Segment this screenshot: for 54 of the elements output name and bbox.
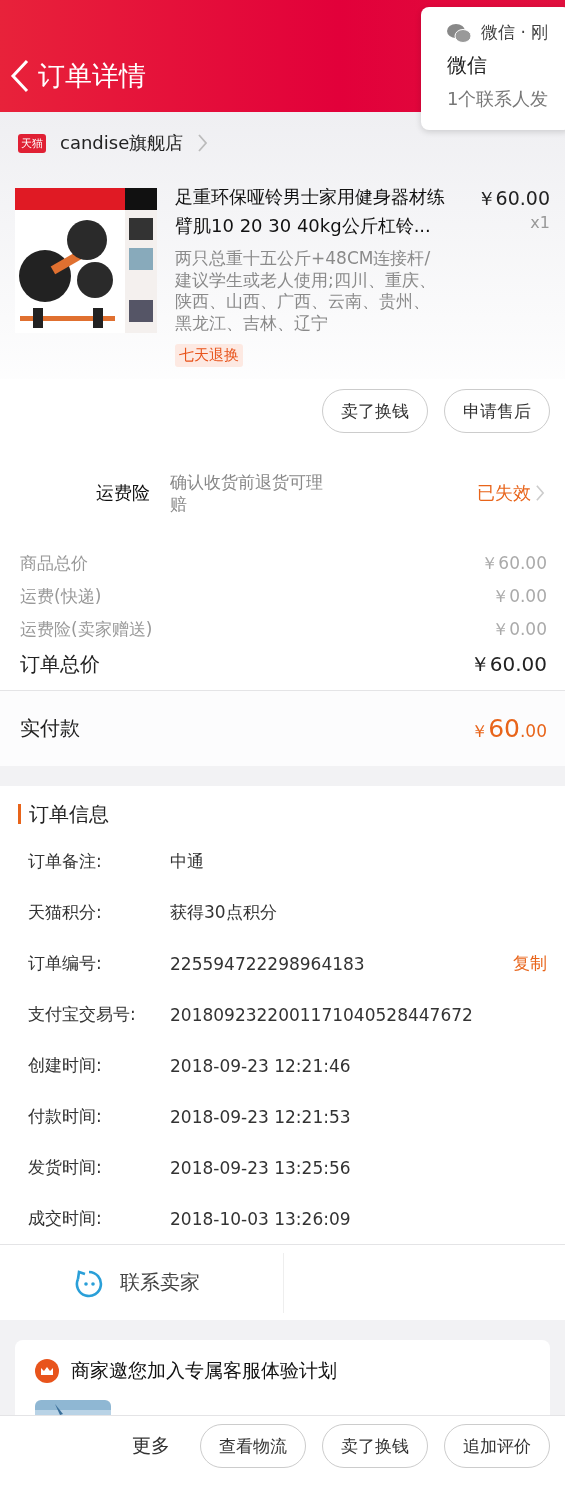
return-tag: 七天退换 [175,344,243,367]
back-icon[interactable] [10,58,30,94]
notification-card[interactable]: 微信 · 刚 微信 1个联系人发 [421,7,565,130]
charge-label: 商品总价 [20,552,88,575]
charge-value: ￥0.00 [492,585,547,608]
chat-face-icon [74,1267,104,1298]
info-value: 225594722298964183 [170,953,365,974]
store-name[interactable]: candise旗舰店 [60,131,184,155]
insurance-label: 运费险 [96,481,150,505]
store-badge: 天猫 [18,133,46,153]
product-title[interactable]: 足重环保哑铃男士家用健身器材练臂肌10 20 30 40kg公斤杠铃... [175,182,460,240]
info-value: 2018-09-23 13:25:56 [170,1157,351,1178]
notification-title: 微信 [447,52,488,79]
action-button[interactable]: 申请售后 [444,389,550,433]
info-value: 2018-09-23 12:21:53 [170,1106,351,1127]
paid-amount: ￥60.00 [471,714,547,743]
info-label: 发货时间: [28,1156,103,1179]
action-button[interactable]: 追加评价 [444,1424,550,1468]
info-label: 创建时间: [28,1054,103,1077]
info-value: 中通 [170,850,204,873]
product-price: ￥60.00 [476,186,550,211]
info-label: 成交时间: [28,1207,103,1230]
charge-value: ￥60.00 [481,552,547,575]
info-value: 2018-09-23 12:21:46 [170,1055,351,1076]
info-label: 支付宝交易号: [28,1003,137,1026]
paid-label: 实付款 [20,715,80,742]
notification-app: 微信 · 刚 [481,21,549,44]
more-button[interactable]: 更多 [132,1433,170,1459]
action-button[interactable]: 卖了换钱 [322,389,428,433]
product-quantity: x1 [530,213,550,232]
total-value: ￥60.00 [469,650,547,678]
section-title: 订单信息 [18,804,547,824]
product-spec: 两只总重十五公斤+48CM连接杆/建议学生或老人使用;四川、重庆、陕西、山西、广西、云南、贵州、黑龙江、吉林、辽宁 [175,248,437,334]
chevron-icon [197,133,209,153]
page-title: 订单详情 [38,59,146,93]
crown-icon [35,1359,59,1383]
info-value: 获得30点积分 [170,901,277,924]
charge-value: ￥0.00 [492,618,547,641]
notification-body: 1个联系人发 [447,87,550,111]
info-value: 2018-10-03 13:26:09 [170,1208,351,1229]
info-label: 天猫积分: [28,901,103,924]
chat-bubbles-icon [447,22,471,43]
chevron-icon [535,484,545,502]
action-button[interactable]: 查看物流 [200,1424,306,1468]
total-label: 订单总价 [20,650,100,678]
info-label: 订单编号: [28,952,103,975]
info-label: 付款时间: [28,1105,103,1128]
info-value: 2018092322001171040528447672 [170,1004,473,1025]
action-button[interactable]: 卖了换钱 [322,1424,428,1468]
insurance-description: 确认收货前退货可理赔 [170,471,324,515]
info-label: 订单备注: [28,850,103,873]
charge-label: 运费(快递) [20,585,102,608]
promo-title: 商家邀您加入专属客服体验计划 [71,1358,337,1383]
charge-label: 运费险(卖家赠送) [20,618,153,641]
